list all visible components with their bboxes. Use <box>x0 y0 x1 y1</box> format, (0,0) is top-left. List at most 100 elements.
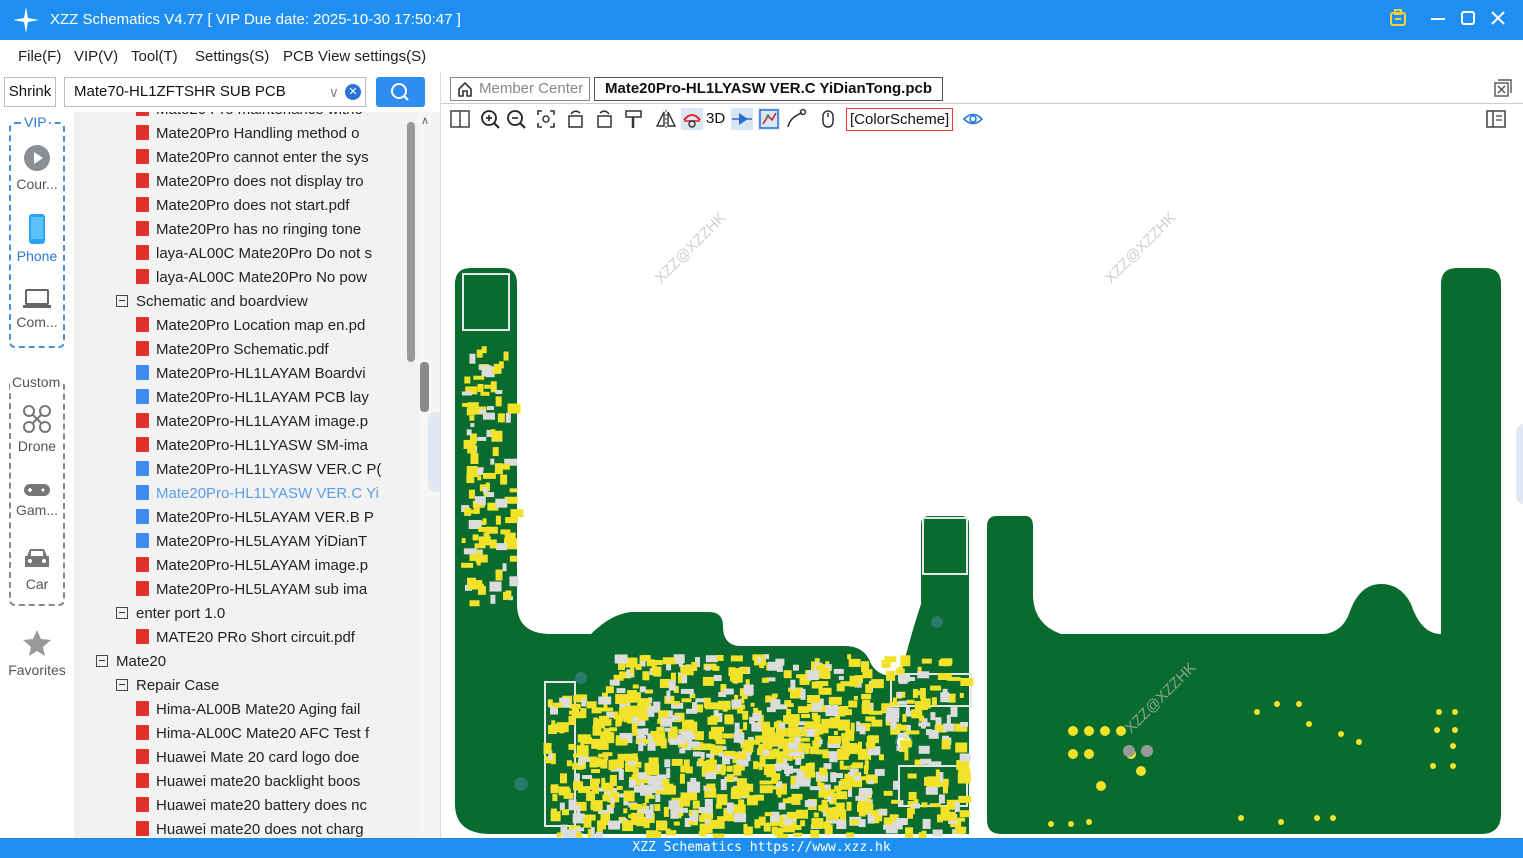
tree-file[interactable]: Mate20Pro-HL5LAYAM image.p <box>136 554 368 578</box>
minimize-button[interactable] <box>1427 8 1449 30</box>
tree-file[interactable]: laya-AL00C Mate20Pro No pow <box>136 266 367 290</box>
tree-folder[interactable]: Repair Case <box>116 674 219 698</box>
fit-view-icon[interactable] <box>535 108 557 130</box>
scroll-up-icon[interactable]: ∧ <box>421 114 429 127</box>
tree-file[interactable]: Mate20Pro-HL1LAYAM Boardvi <box>136 362 366 386</box>
menu-tool[interactable]: Tool(T) <box>131 48 178 65</box>
mirror-icon[interactable] <box>655 108 677 130</box>
net-highlight-icon[interactable] <box>681 108 703 130</box>
outer-scrollbar-thumb[interactable] <box>420 362 429 412</box>
search-button[interactable] <box>376 77 425 107</box>
pin-trace-icon[interactable] <box>731 108 753 130</box>
tree-file[interactable]: Huawei mate20 does not charg <box>136 818 364 838</box>
tree-file[interactable]: Mate20Pro-HL1LAYAM PCB lay <box>136 386 369 410</box>
menu-pcb-view-settings[interactable]: PCB View settings(S) <box>283 48 426 65</box>
tree-file[interactable]: Mate20Pro-HL1LYASW VER.C P( <box>136 458 381 482</box>
sidebar-item-phone[interactable]: Phone <box>0 214 74 264</box>
collapse-panel-tab[interactable] <box>428 412 440 492</box>
view-3d-button[interactable]: 3D <box>706 108 732 130</box>
pcb-pad <box>1338 731 1344 737</box>
tree-folder[interactable]: Schematic and boardview <box>116 290 308 314</box>
menu-vip[interactable]: VIP(V) <box>74 48 118 65</box>
pcb-canvas[interactable]: XZZ@XZZHK XZZ@XZZHK XZZ@XZZHK <box>441 134 1523 845</box>
collapse-icon[interactable] <box>116 607 128 619</box>
tree-file[interactable]: Mate20Pro Location map en.pd <box>136 314 365 338</box>
menu-file[interactable]: File(F) <box>18 48 61 65</box>
tab-member-center[interactable]: Member Center <box>450 77 591 101</box>
tree-file[interactable]: Hima-AL00C Mate20 AFC Test f <box>136 722 369 746</box>
tree-file[interactable]: Mate20Pro does not display tro <box>136 170 364 194</box>
tree-folder[interactable]: Mate20 <box>96 650 166 674</box>
tree-file[interactable]: Huawei Mate 20 card logo doe <box>136 746 359 770</box>
sidebar-item-game[interactable]: Gam... <box>0 482 74 518</box>
close-button[interactable] <box>1487 8 1509 30</box>
close-all-tabs-icon[interactable] <box>1494 79 1512 102</box>
collapse-icon[interactable] <box>116 295 128 307</box>
rotate-right-icon[interactable] <box>593 108 615 130</box>
pcb-pad <box>956 759 970 770</box>
color-scheme-button[interactable]: [ColorScheme] <box>846 108 954 131</box>
clear-icon[interactable]: ✕ <box>345 84 361 100</box>
tree-file[interactable]: Mate20Pro Handling method o <box>136 122 359 146</box>
pcb-pad <box>870 810 879 816</box>
rotate-left-icon[interactable] <box>565 108 587 130</box>
expand-right-panel-tab[interactable] <box>1516 424 1523 504</box>
tree-file[interactable]: Mate20Pro-HL1LYASW VER.C Yi <box>136 482 379 506</box>
tree-file[interactable]: Mate20 Pro maintenance witho <box>136 112 363 122</box>
tree-file[interactable]: Mate20Pro-HL1LAYAM image.p <box>136 410 368 434</box>
tree-file[interactable]: Hima-AL00B Mate20 Aging fail <box>136 698 360 722</box>
pcb-pad <box>955 742 968 753</box>
pcb-pad <box>919 687 926 699</box>
zoom-in-icon[interactable] <box>479 108 501 130</box>
side-panel-toggle-icon[interactable] <box>1485 108 1507 130</box>
tab-active-pcb[interactable]: Mate20Pro-HL1LYASW VER.C YiDianTong.pcb <box>594 77 944 101</box>
tree-scrollbar[interactable] <box>405 112 417 838</box>
panel-splitter[interactable]: ∧ <box>418 112 440 838</box>
sidebar-item-computer[interactable]: Com... <box>0 288 74 330</box>
pcb-pad <box>614 654 628 664</box>
collapse-icon[interactable] <box>96 655 108 667</box>
tree-file[interactable]: Mate20Pro-HL5LAYAM sub ima <box>136 578 367 602</box>
tree-file[interactable]: MATE20 PRo Short circuit.pdf <box>136 626 355 650</box>
format-painter-icon[interactable] <box>623 108 645 130</box>
tree-file[interactable]: Mate20Pro does not start.pdf <box>136 194 349 218</box>
sidebar-item-car[interactable]: Car <box>0 546 74 592</box>
sidebar-item-drone[interactable]: Drone <box>0 404 74 454</box>
pdf-file-icon <box>136 173 149 188</box>
sidebar-item-label: Com... <box>16 314 58 330</box>
shrink-button[interactable]: Shrink <box>4 77 56 107</box>
pcb-pad <box>940 806 948 812</box>
chevron-down-icon[interactable]: ∨ <box>329 78 339 106</box>
tree-file[interactable]: Mate20Pro-HL5LAYAM VER.B P <box>136 506 374 530</box>
maximize-button[interactable] <box>1457 8 1479 30</box>
tree-file[interactable]: Mate20Pro has no ringing tone <box>136 218 361 242</box>
pcb-pad <box>1096 781 1106 791</box>
pcb-pad <box>473 375 485 380</box>
split-view-icon[interactable] <box>449 108 471 130</box>
probe-icon[interactable] <box>785 108 807 130</box>
tree-file[interactable]: Huawei mate20 backlight boos <box>136 770 360 794</box>
tree-item-label: Mate20 Pro maintenance witho <box>156 112 363 118</box>
tree-file[interactable]: Mate20Pro cannot enter the sys <box>136 146 369 170</box>
board-layer-icon[interactable] <box>758 108 780 130</box>
zoom-out-icon[interactable] <box>505 108 527 130</box>
search-input[interactable]: Mate70-HL1ZFTSHR SUB PCB ∨ ✕ <box>64 77 366 107</box>
vip-bag-icon[interactable] <box>1387 8 1409 30</box>
pcb-pad <box>677 675 682 684</box>
sidebar-item-courses[interactable]: Cour... <box>0 144 74 192</box>
tree-scrollbar-thumb[interactable] <box>407 122 415 362</box>
eye-icon[interactable] <box>962 108 984 130</box>
pcb-pad <box>883 790 893 796</box>
tree-file[interactable]: Mate20Pro-HL5LAYAM YiDianT <box>136 530 367 554</box>
mouse-icon[interactable] <box>817 108 839 130</box>
tree-file[interactable]: laya-AL00C Mate20Pro Do not s <box>136 242 372 266</box>
pcb-pad <box>669 737 674 745</box>
menu-settings[interactable]: Settings(S) <box>195 48 269 65</box>
collapse-icon[interactable] <box>116 679 128 691</box>
tree-folder[interactable]: enter port 1.0 <box>116 602 225 626</box>
tree-file[interactable]: Mate20Pro Schematic.pdf <box>136 338 329 362</box>
tree-file[interactable]: Mate20Pro-HL1LYASW SM-ima <box>136 434 368 458</box>
sidebar-item-favorites[interactable]: Favorites <box>0 628 74 678</box>
tree-file[interactable]: Huawei mate20 battery does nc <box>136 794 367 818</box>
pcb-pad <box>474 496 486 506</box>
